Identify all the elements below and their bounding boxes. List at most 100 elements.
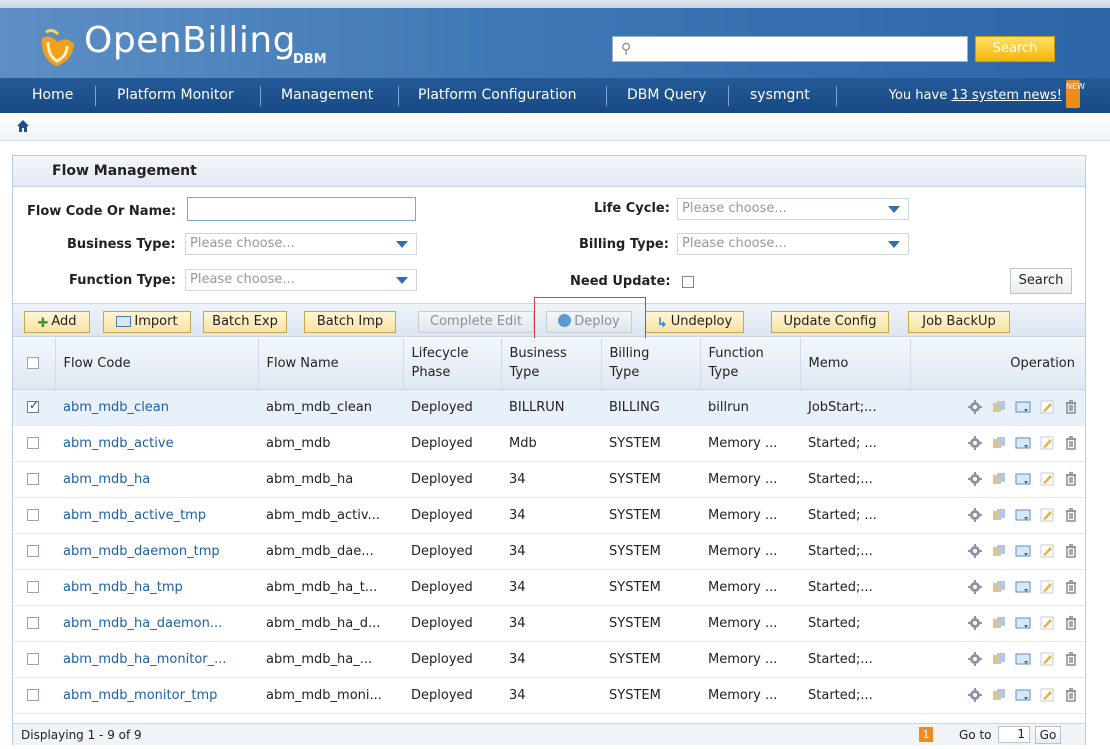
edit-icon[interactable] <box>1039 435 1055 451</box>
col-memo[interactable]: Memo <box>800 338 911 390</box>
view-icon[interactable] <box>1015 687 1031 703</box>
nav-dbm-query[interactable]: DBM Query <box>627 78 706 113</box>
view-icon[interactable] <box>1015 543 1031 559</box>
row-checkbox[interactable] <box>27 653 39 665</box>
nav-platform-configuration[interactable]: Platform Configuration <box>418 78 576 113</box>
view-icon[interactable] <box>1015 507 1031 523</box>
delete-icon[interactable] <box>1063 543 1079 559</box>
cell-code[interactable]: abm_mdb_active <box>55 425 258 462</box>
edit-icon[interactable] <box>1039 615 1055 631</box>
nav-platform-monitor[interactable]: Platform Monitor <box>117 78 234 113</box>
table-row[interactable]: abm_mdb_ha_monitor_... abm_mdb_ha_... Depl… <box>13 641 1085 678</box>
function-type-select[interactable]: Please choose... <box>185 269 417 291</box>
table-row[interactable]: abm_mdb_daemon_tmp abm_mdb_dae... Deployed… <box>13 533 1085 570</box>
copy-flow-icon[interactable] <box>991 543 1007 559</box>
copy-flow-icon[interactable] <box>991 507 1007 523</box>
table-row[interactable]: abm_mdb_cleanabm_mdb_cleanDeployedBILLRU… <box>13 389 1085 426</box>
batch-imp-button[interactable]: Batch Imp <box>304 311 396 333</box>
nav-sysmgnt[interactable]: sysmgnt <box>750 78 810 113</box>
settings-icon[interactable] <box>967 399 983 415</box>
settings-icon[interactable] <box>967 507 983 523</box>
nav-management[interactable]: Management <box>281 78 373 113</box>
edit-icon[interactable] <box>1039 471 1055 487</box>
delete-icon[interactable] <box>1063 651 1079 667</box>
delete-icon[interactable] <box>1063 507 1079 523</box>
copy-flow-icon[interactable] <box>991 435 1007 451</box>
row-checkbox[interactable] <box>27 581 39 593</box>
row-checkbox[interactable] <box>27 617 39 629</box>
col-billing-type[interactable]: Billing Type <box>601 338 701 390</box>
system-news-link[interactable]: 13 system news! <box>951 88 1062 103</box>
delete-icon[interactable] <box>1063 435 1079 451</box>
view-icon[interactable] <box>1015 399 1031 415</box>
edit-icon[interactable] <box>1039 687 1055 703</box>
settings-icon[interactable] <box>967 435 983 451</box>
settings-icon[interactable] <box>967 543 983 559</box>
copy-flow-icon[interactable] <box>991 615 1007 631</box>
global-search-button[interactable]: Search <box>975 36 1055 62</box>
select-all-checkbox[interactable] <box>27 357 39 370</box>
table-row[interactable]: abm_mdb_ha_daemon... abm_mdb_ha_d... Deplo… <box>13 605 1085 642</box>
settings-icon[interactable] <box>967 687 983 703</box>
home-icon[interactable] <box>16 119 30 133</box>
view-icon[interactable] <box>1015 579 1031 595</box>
view-icon[interactable] <box>1015 651 1031 667</box>
row-checkbox[interactable] <box>27 398 39 413</box>
view-icon[interactable] <box>1015 615 1031 631</box>
delete-icon[interactable] <box>1063 615 1079 631</box>
delete-icon[interactable] <box>1063 399 1079 415</box>
page-1-button[interactable]: 1 <box>919 727 933 742</box>
table-row[interactable]: abm_mdb_ha_tmp abm_mdb_ha_t... Deployed 34 S… <box>13 569 1085 606</box>
row-checkbox[interactable] <box>27 509 39 521</box>
business-type-select[interactable]: Please choose... <box>185 233 417 255</box>
billing-type-select[interactable]: Please choose... <box>677 233 909 255</box>
cell-code[interactable]: abm_mdb_monitor_tmp <box>55 677 258 714</box>
table-row[interactable]: abm_mdb_monitor_tmp abm_mdb_moni... Deploy… <box>13 677 1085 714</box>
cell-code[interactable]: abm_mdb_ha_daemon... <box>55 605 258 642</box>
col-flow-code[interactable]: Flow Code <box>55 338 259 390</box>
settings-icon[interactable] <box>967 579 983 595</box>
copy-flow-icon[interactable] <box>991 399 1007 415</box>
import-button[interactable]: Import <box>103 311 191 333</box>
cell-code[interactable]: abm_mdb_active_tmp <box>55 497 258 534</box>
job-backup-button[interactable]: Job BackUp <box>908 311 1010 333</box>
view-icon[interactable] <box>1015 471 1031 487</box>
row-checkbox[interactable] <box>27 545 39 557</box>
cell-code[interactable]: abm_mdb_ha_monitor_... <box>55 641 258 678</box>
row-checkbox[interactable] <box>27 473 39 485</box>
goto-page-input[interactable]: 1 <box>998 726 1030 743</box>
edit-icon[interactable] <box>1039 651 1055 667</box>
col-flow-name[interactable]: Flow Name <box>258 338 404 390</box>
col-function-type[interactable]: Function Type <box>700 338 801 390</box>
copy-flow-icon[interactable] <box>991 471 1007 487</box>
complete-edit-button[interactable]: Complete Edit <box>418 311 534 333</box>
view-icon[interactable] <box>1015 435 1031 451</box>
copy-flow-icon[interactable] <box>991 579 1007 595</box>
cell-code[interactable]: abm_mdb_ha_tmp <box>55 569 258 606</box>
go-button[interactable]: Go <box>1035 726 1061 744</box>
cell-code[interactable]: abm_mdb_ha <box>55 461 258 498</box>
copy-flow-icon[interactable] <box>991 651 1007 667</box>
life-cycle-select[interactable]: Please choose... <box>677 198 909 220</box>
copy-flow-icon[interactable] <box>991 687 1007 703</box>
table-row[interactable]: abm_mdb_active abm_mdb Deployed Mdb SYSTEM Me… <box>13 425 1085 462</box>
delete-icon[interactable] <box>1063 471 1079 487</box>
cell-code[interactable]: abm_mdb_clean <box>55 389 258 426</box>
row-checkbox[interactable] <box>27 437 39 449</box>
col-business-type[interactable]: Business Type <box>501 338 602 390</box>
undeploy-button[interactable]: ↳ Undeploy <box>645 311 744 333</box>
row-checkbox[interactable] <box>27 689 39 701</box>
col-lifecycle-phase[interactable]: Lifecycle Phase <box>403 338 502 390</box>
edit-icon[interactable] <box>1039 543 1055 559</box>
nav-home[interactable]: Home <box>32 78 73 113</box>
delete-icon[interactable] <box>1063 687 1079 703</box>
settings-icon[interactable] <box>967 615 983 631</box>
settings-icon[interactable] <box>967 651 983 667</box>
need-update-checkbox[interactable] <box>682 276 694 288</box>
table-row[interactable]: abm_mdb_ha abm_mdb_ha Deployed 34 SYSTEM Memo… <box>13 461 1085 498</box>
edit-icon[interactable] <box>1039 507 1055 523</box>
flow-code-input[interactable] <box>187 197 416 221</box>
cell-code[interactable]: abm_mdb_daemon_tmp <box>55 533 258 570</box>
update-config-button[interactable]: Update Config <box>771 311 889 333</box>
edit-icon[interactable] <box>1039 579 1055 595</box>
